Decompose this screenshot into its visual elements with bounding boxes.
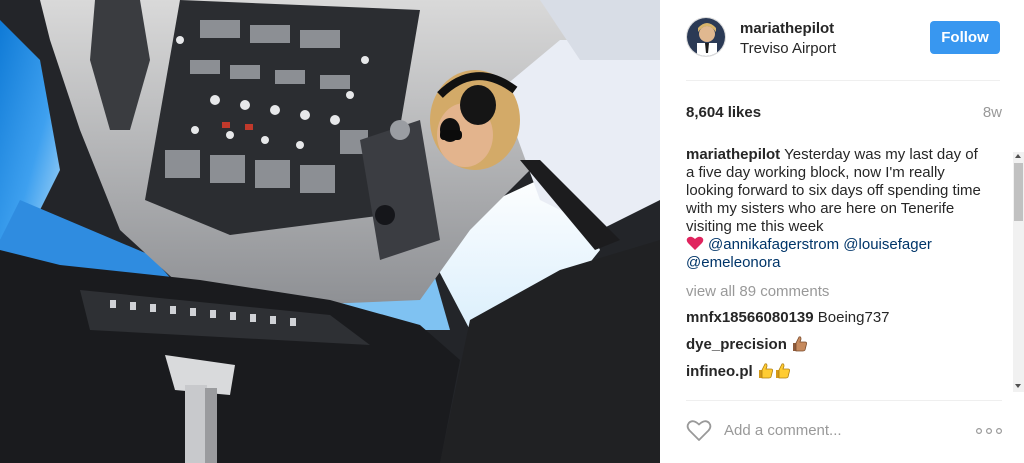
follow-button[interactable]: Follow <box>930 21 1000 54</box>
more-options-icon[interactable] <box>976 428 1002 434</box>
likes-count[interactable]: 8,604 likes <box>686 104 761 121</box>
comments-scrollbar[interactable] <box>1013 152 1024 392</box>
comment-username[interactable]: infineo.pl <box>686 363 753 380</box>
thumbs-up-emoji-icon <box>793 336 808 352</box>
mention-louisefager[interactable]: @louisefager <box>843 236 932 253</box>
thumbs-up-emoji-icon <box>758 363 773 379</box>
comment-item: mnfx18566080139 Boeing737 <box>686 309 1012 327</box>
comment-username[interactable]: dye_precision <box>686 336 787 353</box>
post-photo <box>0 0 660 463</box>
view-all-comments-link[interactable]: view all 89 comments <box>686 283 1012 301</box>
comments-list[interactable]: mariathepilot Yesterday was my last day … <box>686 146 1012 390</box>
scroll-thumb[interactable] <box>1014 163 1023 221</box>
scroll-down-arrow-icon[interactable] <box>1015 384 1021 388</box>
comment-item: infineo.pl <box>686 362 1012 381</box>
likes-row: 8,604 likes 8w <box>686 104 1002 124</box>
comment-text: Boeing737 <box>817 309 890 326</box>
post-header: mariathepilot Treviso Airport Follow <box>686 15 1000 81</box>
avatar[interactable] <box>686 17 726 57</box>
thumbs-up-emoji-icon <box>775 363 790 379</box>
caption: mariathepilot Yesterday was my last day … <box>686 146 986 272</box>
mention-annikafagerstrom[interactable]: @annikafagerstrom <box>708 236 839 253</box>
comment-item: dye_precision <box>686 335 1012 354</box>
add-comment-input[interactable] <box>724 419 954 441</box>
scroll-up-arrow-icon[interactable] <box>1015 154 1021 158</box>
red-heart-emoji-icon <box>686 236 704 250</box>
post-side-panel: mariathepilot Treviso Airport Follow 8,6… <box>660 0 1024 463</box>
location[interactable]: Treviso Airport <box>740 40 836 58</box>
caption-username[interactable]: mariathepilot <box>686 146 780 163</box>
post-footer <box>686 400 1002 463</box>
username[interactable]: mariathepilot <box>740 20 836 38</box>
user-block: mariathepilot Treviso Airport <box>740 20 836 58</box>
post-time-ago[interactable]: 8w <box>983 104 1002 121</box>
comment-username[interactable]: mnfx18566080139 <box>686 309 814 326</box>
heart-outline-icon[interactable] <box>686 419 712 442</box>
mention-emeleonora[interactable]: @emeleonora <box>686 254 780 271</box>
